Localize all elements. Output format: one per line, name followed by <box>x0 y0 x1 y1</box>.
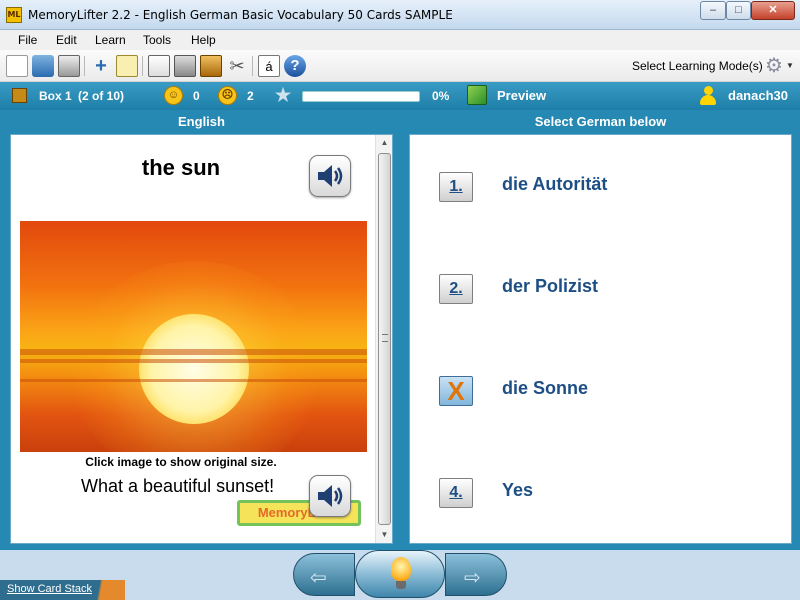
toolbar-separator <box>252 56 253 76</box>
correct-smiley-icon: ☺ <box>164 86 183 105</box>
open-folder-icon[interactable] <box>32 55 54 77</box>
special-char-icon[interactable]: á <box>258 55 280 77</box>
main-area: English Select German below the sun Clic… <box>0 110 800 550</box>
minimize-button[interactable]: – <box>700 1 726 20</box>
wrong-smiley-icon: ☹ <box>218 86 237 105</box>
menu-learn[interactable]: Learn <box>95 33 126 47</box>
status-bar: Box 1 (2 of 10) ☺ 0 ☹ 2 ★ 0% Preview dan… <box>0 82 800 110</box>
wrong-answer-mark[interactable]: X <box>439 376 473 406</box>
progress-bar <box>302 91 420 102</box>
menu-help[interactable]: Help <box>191 33 216 47</box>
answer-option-4[interactable]: Yes <box>502 480 533 501</box>
app-logo-icon: ML <box>6 7 22 23</box>
arrow-left-icon: ⇦ <box>310 567 327 589</box>
correct-count: 0 <box>193 89 200 103</box>
answer-option-3[interactable]: die Sonne <box>502 378 588 399</box>
question-language-header: English <box>178 114 225 129</box>
box-icon <box>12 88 27 103</box>
presentation-icon[interactable] <box>148 55 170 77</box>
chevron-down-icon[interactable]: ▼ <box>786 61 794 70</box>
title-bar: ML MemoryLifter 2.2 - English German Bas… <box>0 0 800 30</box>
toolbar-separator <box>142 56 143 76</box>
edit-card-icon[interactable] <box>116 55 138 77</box>
learning-mode-label[interactable]: Select Learning Mode(s) <box>632 59 763 73</box>
toolbar: + ✂ á ? Select Learning Mode(s) ⚙ ▼ <box>0 50 800 82</box>
show-card-stack-tab[interactable]: Show Card Stack <box>0 580 125 600</box>
maximize-button[interactable]: □ <box>726 1 751 20</box>
menu-bar: File Edit Learn Tools Help <box>0 30 800 50</box>
scroll-up-arrow[interactable]: ▲ <box>376 135 393 151</box>
preview-button[interactable]: Preview <box>497 88 546 103</box>
box-count: (2 of 10) <box>78 89 125 103</box>
lightbulb-icon <box>391 557 411 581</box>
tools-icon[interactable]: ✂ <box>226 55 248 77</box>
toolbar-separator <box>84 56 85 76</box>
sunset-image[interactable] <box>20 221 367 452</box>
answer-button-1[interactable]: 1. <box>439 172 473 202</box>
speaker-icon <box>318 165 343 187</box>
speaker-icon <box>318 485 343 507</box>
question-word: the sun <box>141 155 221 180</box>
username: danach30 <box>728 88 788 103</box>
help-icon[interactable]: ? <box>284 55 306 77</box>
play-example-audio-button[interactable] <box>309 475 351 517</box>
add-card-icon[interactable]: + <box>90 55 112 77</box>
vertical-scrollbar[interactable]: ▲ ▼ <box>375 135 392 543</box>
answer-option-1[interactable]: die Autorität <box>502 174 607 195</box>
new-file-icon[interactable] <box>6 55 28 77</box>
window-title: MemoryLifter 2.2 - English German Basic … <box>28 8 453 22</box>
play-word-audio-button[interactable] <box>309 155 351 197</box>
scroll-thumb[interactable] <box>378 153 391 525</box>
hint-button[interactable] <box>355 550 445 598</box>
scroll-down-arrow[interactable]: ▼ <box>376 527 393 543</box>
show-card-stack-link[interactable]: Show Card Stack <box>7 583 92 595</box>
statistics-icon[interactable] <box>174 55 196 77</box>
forward-button[interactable]: ⇨ <box>445 553 507 596</box>
arrow-right-icon: ⇨ <box>464 567 481 589</box>
image-hint: Click image to show original size. <box>85 455 277 469</box>
answer-option-2[interactable]: der Polizist <box>502 276 598 297</box>
dictionary-icon[interactable] <box>200 55 222 77</box>
preview-icon[interactable] <box>467 85 487 105</box>
answer-header: Select German below <box>534 114 667 129</box>
answer-button-2[interactable]: 2. <box>439 274 473 304</box>
question-panel: the sun Click image to show original siz… <box>10 134 393 544</box>
close-button[interactable]: ✕ <box>751 1 795 20</box>
star-icon: ★ <box>275 85 292 105</box>
gear-icon[interactable]: ⚙ <box>762 54 786 78</box>
menu-tools[interactable]: Tools <box>143 33 171 47</box>
menu-file[interactable]: File <box>18 33 37 47</box>
progress-percent: 0% <box>432 89 450 103</box>
answer-button-4[interactable]: 4. <box>439 478 473 508</box>
answer-panel: 1. die Autorität 2. der Polizist X die S… <box>409 134 792 544</box>
box-label: Box 1 <box>39 89 72 103</box>
menu-edit[interactable]: Edit <box>56 33 77 47</box>
wrong-count: 2 <box>247 89 254 103</box>
back-button[interactable]: ⇦ <box>293 553 355 596</box>
print-icon[interactable] <box>58 55 80 77</box>
user-icon <box>700 86 716 106</box>
example-sentence: What a beautiful sunset! <box>81 476 275 496</box>
